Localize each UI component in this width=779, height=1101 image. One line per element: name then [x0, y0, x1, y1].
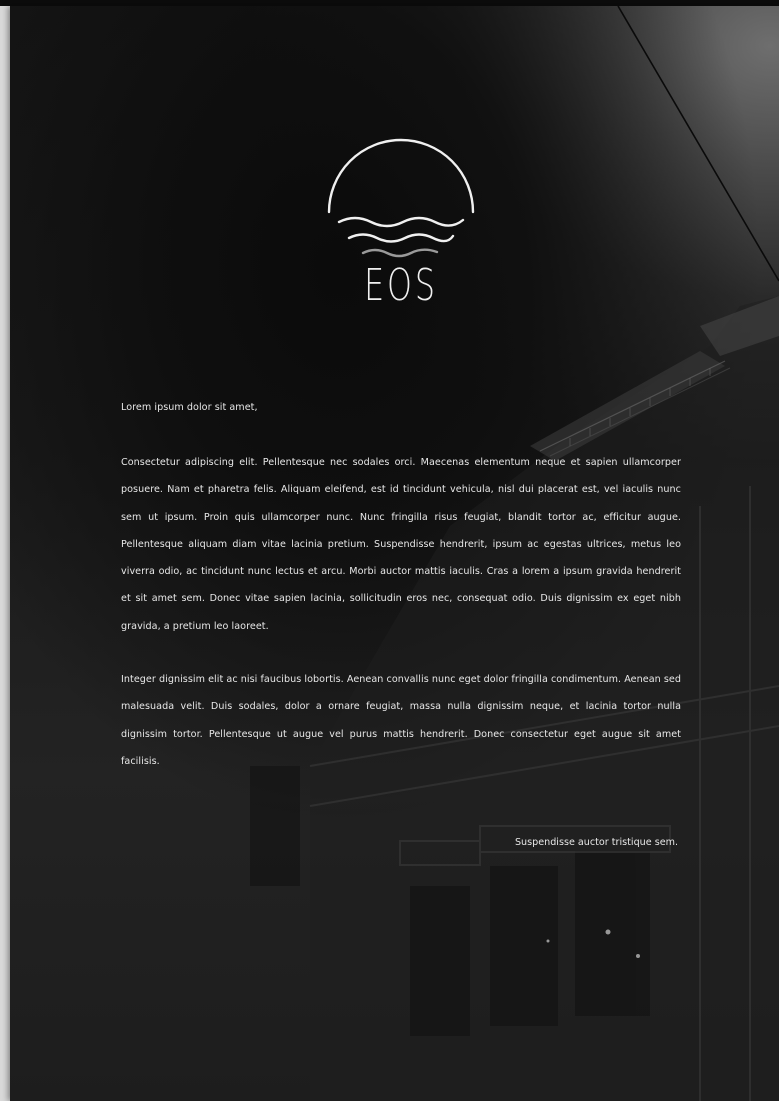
letter-signoff: Suspendisse auctor tristique sem. [514, 837, 678, 848]
letter-paragraph-1: Consectetur adipiscing elit. Pellentesqu… [121, 457, 681, 632]
letter-paragraph-2: Integer dignissim elit ac nisi faucibus … [121, 674, 682, 767]
eos-logo: EOS [325, 126, 477, 316]
letterhead-page: EOS Lorem ipsum dolor sit amet, Consecte… [10, 6, 779, 1101]
letter-greeting: Lorem ipsum dolor sit amet, [121, 402, 258, 413]
brand-name: EOS [364, 260, 438, 311]
